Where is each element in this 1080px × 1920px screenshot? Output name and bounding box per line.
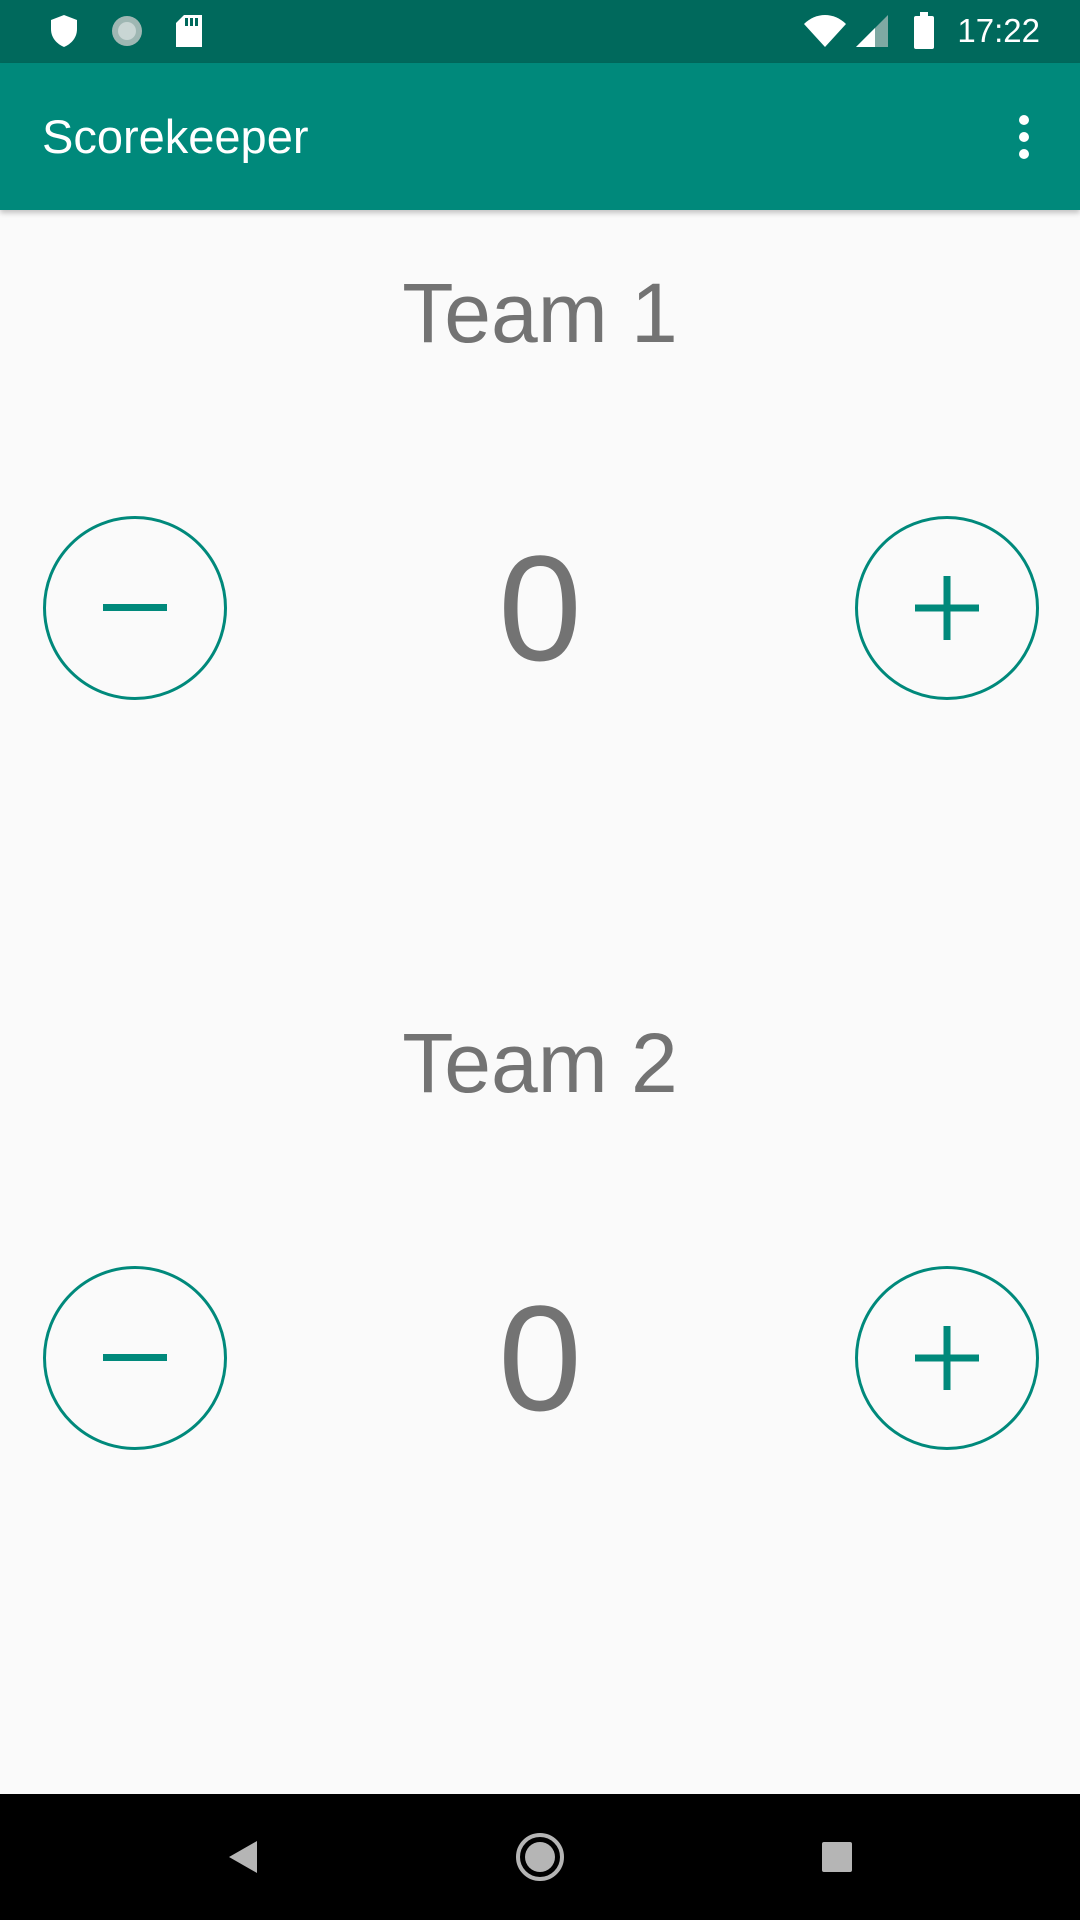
scorekeeper-screen: 17:22 Scorekeeper Team 1 0 Team 2 0 — [0, 0, 1080, 1920]
shield-icon — [51, 15, 77, 47]
nav-home-button[interactable] — [515, 1832, 565, 1882]
wifi-icon — [804, 15, 847, 47]
overflow-menu-button[interactable] — [996, 109, 1052, 165]
home-circle-icon — [516, 1833, 564, 1881]
circle-notification-icon — [112, 16, 142, 46]
navigation-bar — [0, 1794, 1080, 1920]
team-1-name: Team 1 — [402, 266, 678, 360]
cell-signal-icon — [856, 15, 889, 47]
status-notification-icons — [50, 14, 202, 48]
status-time: 17:22 — [957, 12, 1040, 49]
minus-icon — [103, 1354, 167, 1361]
team-2-increment-button[interactable] — [855, 1266, 1039, 1450]
more-vert-icon-dot — [1019, 149, 1029, 159]
app-title: Scorekeeper — [42, 110, 309, 163]
nav-recents-button[interactable] — [812, 1832, 862, 1882]
back-triangle-icon — [229, 1841, 257, 1873]
app-bar: Scorekeeper — [0, 63, 1080, 210]
team-2-score-row: 0 — [0, 1266, 1080, 1450]
plus-icon — [915, 576, 979, 640]
sd-card-icon — [176, 15, 202, 47]
team-1-score: 0 — [498, 524, 582, 692]
recents-square-icon — [822, 1842, 852, 1872]
team-2-decrement-button[interactable] — [43, 1266, 227, 1450]
plus-icon — [915, 1326, 979, 1390]
status-bar: 17:22 — [0, 0, 1080, 63]
battery-icon — [914, 12, 935, 49]
team-2-score: 0 — [498, 1274, 582, 1442]
more-vert-icon-dot — [1019, 132, 1029, 142]
minus-icon — [103, 604, 167, 611]
status-system-icons: 17:22 — [803, 10, 1040, 52]
team-1-decrement-button[interactable] — [43, 516, 227, 700]
nav-back-button[interactable] — [217, 1832, 267, 1882]
team-1-increment-button[interactable] — [855, 516, 1039, 700]
more-vert-icon — [1019, 115, 1029, 125]
team-1-score-row: 0 — [0, 516, 1080, 700]
team-2-name: Team 2 — [402, 1016, 678, 1110]
